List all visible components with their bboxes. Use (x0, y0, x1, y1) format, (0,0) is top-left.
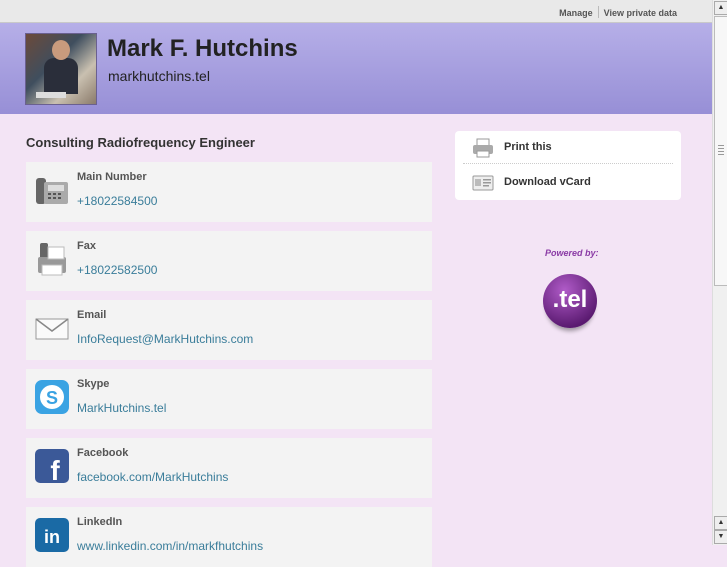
scroll-up-arrow-icon[interactable]: ▲ (714, 1, 727, 15)
svg-text:S: S (46, 388, 58, 408)
contact-label: Skype (77, 378, 110, 390)
scrollbar-thumb[interactable] (714, 16, 727, 286)
profile-domain: markhutchins.tel (108, 68, 210, 84)
contact-label: Fax (77, 240, 96, 252)
phone-icon (36, 178, 68, 204)
printer-icon (473, 138, 493, 158)
contact-label: Main Number (77, 171, 147, 183)
scroll-down-arrow-icon[interactable]: ▼ (714, 530, 727, 544)
contact-value-link[interactable]: +18022582500 (77, 263, 157, 277)
contact-card-email: Email InfoRequest@MarkHutchins.com (26, 300, 432, 360)
svg-text:in: in (44, 527, 60, 547)
powered-by-label: Powered by: (545, 248, 599, 258)
scroll-up-arrow-icon[interactable]: ▲ (714, 516, 727, 530)
actions-panel: Print this Download vCard (455, 131, 681, 200)
contact-value-link[interactable]: www.linkedin.com/in/markfhutchins (77, 539, 263, 553)
grip-icon (718, 145, 724, 155)
contact-value-link[interactable]: +18022584500 (77, 194, 157, 208)
top-links: Manage View private data (554, 6, 682, 18)
vcard-icon (472, 175, 494, 191)
tel-logo-text: .tel (552, 286, 588, 313)
linkedin-icon: in (35, 518, 69, 552)
contact-card-main-number: Main Number +18022584500 (26, 162, 432, 222)
contact-label: Email (77, 309, 107, 321)
vertical-scrollbar[interactable]: ▲ ▲ ▼ (712, 0, 727, 545)
contact-value-link[interactable]: InfoRequest@MarkHutchins.com (77, 332, 253, 346)
top-bar: Manage View private data (0, 0, 712, 23)
print-label: Print this (504, 141, 552, 153)
contact-value-link[interactable]: MarkHutchins.tel (77, 401, 166, 415)
email-icon (35, 318, 69, 340)
divider (463, 163, 673, 164)
profile-photo (25, 33, 97, 105)
contact-card-linkedin: in LinkedIn www.linkedin.com/in/markfhut… (26, 507, 432, 567)
print-button[interactable]: Print this (472, 134, 672, 164)
contact-card-fax: Fax +18022582500 (26, 231, 432, 291)
view-private-data-link[interactable]: View private data (599, 8, 682, 18)
svg-text:f: f (50, 455, 60, 484)
contact-label: Facebook (77, 447, 129, 459)
download-vcard-label: Download vCard (504, 176, 591, 188)
contact-value-link[interactable]: facebook.com/MarkHutchins (77, 470, 228, 484)
profile-header: Mark F. Hutchins markhutchins.tel (0, 23, 712, 114)
contact-card-facebook: f Facebook facebook.com/MarkHutchins (26, 438, 432, 498)
tel-logo[interactable]: .tel (543, 274, 597, 328)
skype-icon: S (35, 380, 69, 414)
facebook-icon: f (35, 449, 69, 484)
download-vcard-button[interactable]: Download vCard (472, 169, 672, 199)
manage-link[interactable]: Manage (554, 8, 598, 18)
job-title: Consulting Radiofrequency Engineer (26, 135, 255, 150)
contact-card-skype: S Skype MarkHutchins.tel (26, 369, 432, 429)
contact-label: LinkedIn (77, 516, 123, 528)
fax-icon (38, 243, 66, 276)
profile-name: Mark F. Hutchins (107, 35, 298, 62)
